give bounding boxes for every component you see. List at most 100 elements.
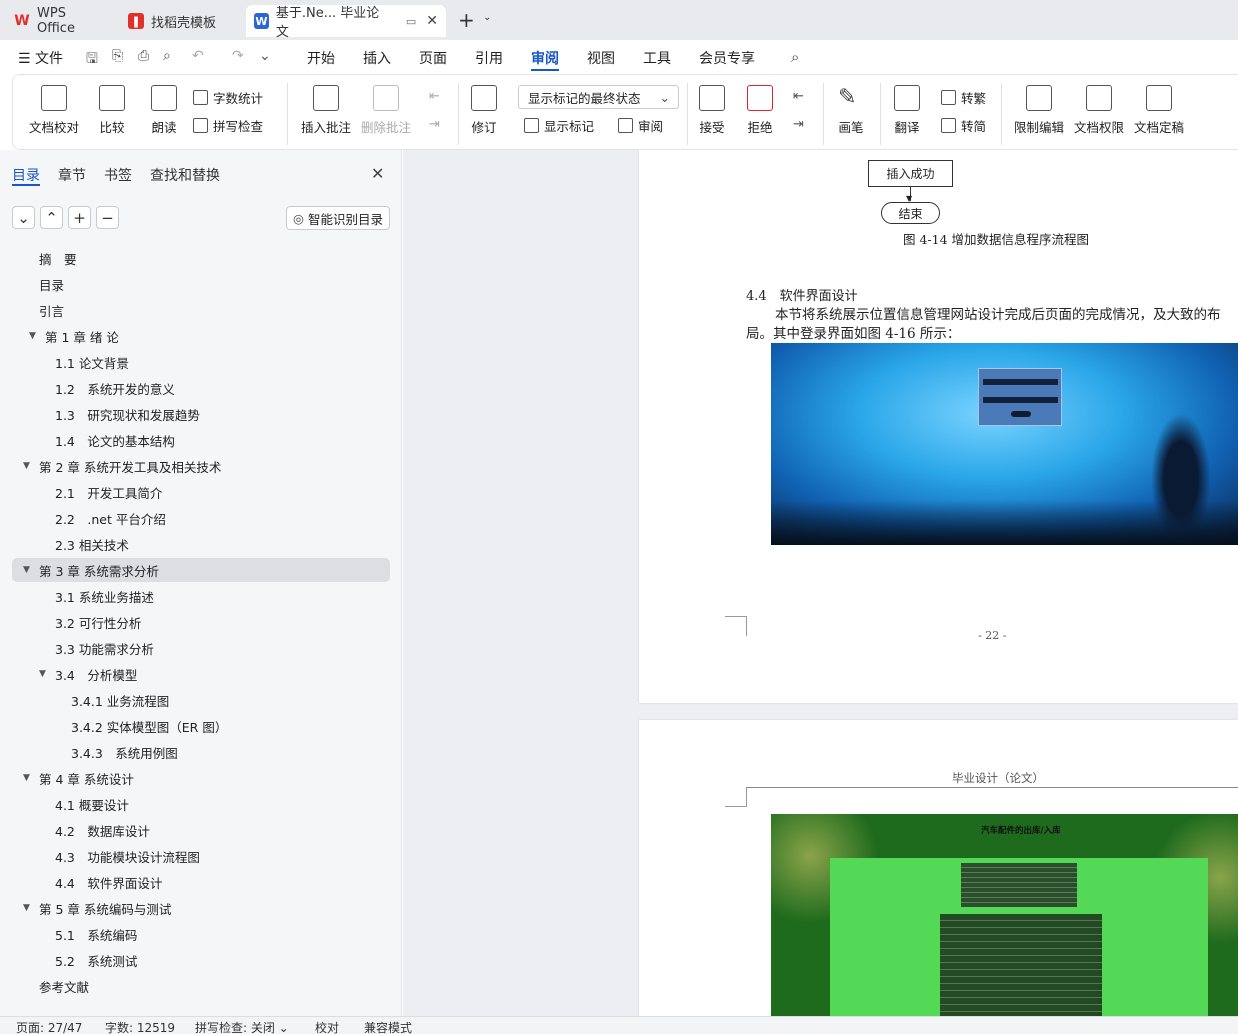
toc-item[interactable]: 引言 [0, 298, 402, 322]
restrict-edit-button[interactable]: 限制编辑 [1014, 85, 1064, 136]
toc-item[interactable]: ▼ 3.4 分析模型 [0, 662, 402, 686]
markup-state-select[interactable]: 显示标记的最终状态 ⌄ [518, 85, 679, 109]
window-restore-icon[interactable]: ▭ [406, 15, 416, 28]
toc-item[interactable]: 2.3 相关技术 [0, 532, 402, 556]
expand-triangle-icon[interactable]: ▼ [23, 903, 30, 913]
chevron-down-icon[interactable]: ⌄ [483, 12, 491, 23]
expand-triangle-icon[interactable]: ▼ [23, 565, 30, 575]
spell-check-button[interactable]: 拼写检查 [193, 116, 263, 135]
menu-start[interactable]: 开始 [307, 48, 335, 68]
toc-item[interactable]: 5.1 系统编码 [0, 922, 402, 946]
toc-item[interactable]: 4.1 概要设计 [0, 792, 402, 816]
remove-heading-icon[interactable]: − [96, 206, 119, 229]
panel-tab-toc[interactable]: 目录 [12, 165, 40, 185]
to-simplified-button[interactable]: 转简 [941, 116, 986, 135]
page-indicator[interactable]: 页面: 27/47 [16, 1019, 82, 1034]
toc-item[interactable]: 3.4.3 系统用例图 [0, 740, 402, 764]
toc-item-label: 1.3 研究现状和发展趋势 [55, 407, 200, 423]
toc-item[interactable]: 1.4 论文的基本结构 [0, 428, 402, 452]
panel-tab-chapters[interactable]: 章节 [58, 165, 86, 185]
print-icon[interactable]: ⎙ [138, 48, 149, 64]
toc-item[interactable]: 3.3 功能需求分析 [0, 636, 402, 660]
next-change-icon[interactable]: ⇥ [793, 117, 804, 132]
toc-item[interactable]: 4.4 软件界面设计 [0, 870, 402, 894]
expand-triangle-icon[interactable]: ▼ [23, 773, 30, 783]
review-pane-button[interactable]: 审阅 [618, 116, 663, 135]
panel-tab-bookmarks[interactable]: 书签 [104, 165, 132, 185]
toc-item[interactable]: 5.2 系统测试 [0, 948, 402, 972]
menu-review[interactable]: 审阅 [531, 48, 559, 68]
undo-icon[interactable]: ↶ [192, 48, 204, 64]
menu-member[interactable]: 会员专享 [699, 48, 755, 68]
expand-triangle-icon[interactable]: ▼ [39, 669, 46, 679]
file-menu[interactable]: ☰ 文件 [18, 48, 63, 68]
save-icon[interactable]: 🖫 [86, 48, 98, 72]
toc-item[interactable]: 1.1 论文背景 [0, 350, 402, 374]
toc-item[interactable]: ▼ 第 1 章 绪 论 [0, 324, 402, 348]
more-chevron-icon[interactable]: ⌄ [259, 48, 271, 64]
tab-document[interactable]: W 基于.Ne... 毕业论文 ▭ ✕ [246, 5, 446, 40]
panel-tab-find-replace[interactable]: 查找和替换 [150, 165, 220, 185]
toc-item[interactable]: 参考文献 [0, 974, 402, 998]
toc-item[interactable]: 3.4.1 业务流程图 [0, 688, 402, 712]
accept-button[interactable]: 接受 [699, 85, 725, 136]
track-changes-button[interactable]: 修订 [471, 85, 497, 136]
expand-up-icon[interactable]: ⌃ [40, 206, 63, 229]
add-heading-icon[interactable]: + [68, 206, 91, 229]
pen-button[interactable]: ✎ 画笔 [838, 85, 864, 136]
previous-change-icon[interactable]: ⇤ [793, 89, 804, 104]
compare-button[interactable]: 比较 [99, 85, 125, 136]
menu-view[interactable]: 视图 [587, 48, 615, 68]
word-count-status[interactable]: 字数: 12519 [105, 1019, 175, 1034]
toc-item[interactable]: 摘 要 [0, 246, 402, 270]
print-preview-icon[interactable]: ⌕ [163, 48, 171, 64]
toc-item[interactable]: ▼ 第 4 章 系统设计 [0, 766, 402, 790]
doc-permission-button[interactable]: 文档权限 [1074, 85, 1124, 136]
translate-button[interactable]: 翻译 [894, 85, 920, 136]
to-traditional-button[interactable]: 转繁 [941, 88, 986, 107]
toc-item[interactable]: 4.2 数据库设计 [0, 818, 402, 842]
insert-comment-button[interactable]: 插入批注 [301, 85, 351, 136]
toc-item[interactable]: ▼ 第 3 章 系统需求分析 [12, 558, 390, 582]
document-canvas[interactable]: 插入成功 ▼ 结束 图 4-14 增加数据信息程序流程图 4.4 软件界面设计 … [403, 150, 1238, 1016]
tab-templates[interactable]: ❚ 找稻壳模板 [120, 5, 244, 37]
proofread-status[interactable]: 校对 [315, 1019, 339, 1034]
new-tab-icon[interactable]: + [458, 8, 475, 32]
reject-button[interactable]: 拒绝 [747, 85, 773, 136]
menu-insert[interactable]: 插入 [363, 48, 391, 68]
close-tab-icon[interactable]: ✕ [426, 13, 438, 29]
doc-check-button[interactable]: 文档校对 [29, 85, 79, 136]
toc-item[interactable]: 2.1 开发工具简介 [0, 480, 402, 504]
next-comment-icon[interactable]: ⇥ [429, 117, 440, 132]
expand-triangle-icon[interactable]: ▼ [23, 461, 30, 471]
close-panel-icon[interactable]: ✕ [371, 164, 384, 183]
toc-item[interactable]: 目录 [0, 272, 402, 296]
toc-item[interactable]: 3.4.2 实体模型图（ER 图） [0, 714, 402, 738]
tab-wps-office[interactable]: W WPS Office [6, 5, 116, 37]
toc-item[interactable]: 2.2 .net 平台介绍 [0, 506, 402, 530]
toc-item[interactable]: ▼ 第 2 章 系统开发工具及相关技术 [0, 454, 402, 478]
search-icon[interactable]: ⌕ [791, 48, 799, 66]
toc-item[interactable]: 3.1 系统业务描述 [0, 584, 402, 608]
menu-tools[interactable]: 工具 [643, 48, 671, 68]
toc-item[interactable]: 4.3 功能模块设计流程图 [0, 844, 402, 868]
spell-check-status[interactable]: 拼写检查: 关闭 ⌄ [195, 1019, 289, 1034]
show-markup-button[interactable]: 显示标记 [524, 116, 594, 135]
smart-toc-button[interactable]: ◎ 智能识别目录 [286, 206, 390, 230]
export-icon[interactable]: ⎘ [112, 48, 123, 64]
expand-triangle-icon[interactable]: ▼ [29, 331, 36, 341]
redo-icon[interactable]: ↷ [232, 48, 244, 64]
toc-item[interactable]: 3.2 可行性分析 [0, 610, 402, 634]
read-aloud-button[interactable]: 朗读 [151, 85, 177, 136]
toc-item[interactable]: ▼ 第 5 章 系统编码与测试 [0, 896, 402, 920]
previous-comment-icon[interactable]: ⇤ [429, 89, 440, 104]
menu-reference[interactable]: 引用 [475, 48, 503, 68]
title-tab-bar: W WPS Office ❚ 找稻壳模板 W 基于.Ne... 毕业论文 ▭ ✕… [0, 0, 1238, 40]
collapse-all-icon[interactable]: ⌄ [12, 206, 35, 229]
toc-item[interactable]: 1.2 系统开发的意义 [0, 376, 402, 400]
finalize-button[interactable]: 文档定稿 [1134, 85, 1184, 136]
toc-item[interactable]: 1.3 研究现状和发展趋势 [0, 402, 402, 426]
menu-page[interactable]: 页面 [419, 48, 447, 68]
delete-comment-button[interactable]: 删除批注 [361, 85, 411, 136]
word-count-button[interactable]: 字数统计 [193, 88, 263, 107]
